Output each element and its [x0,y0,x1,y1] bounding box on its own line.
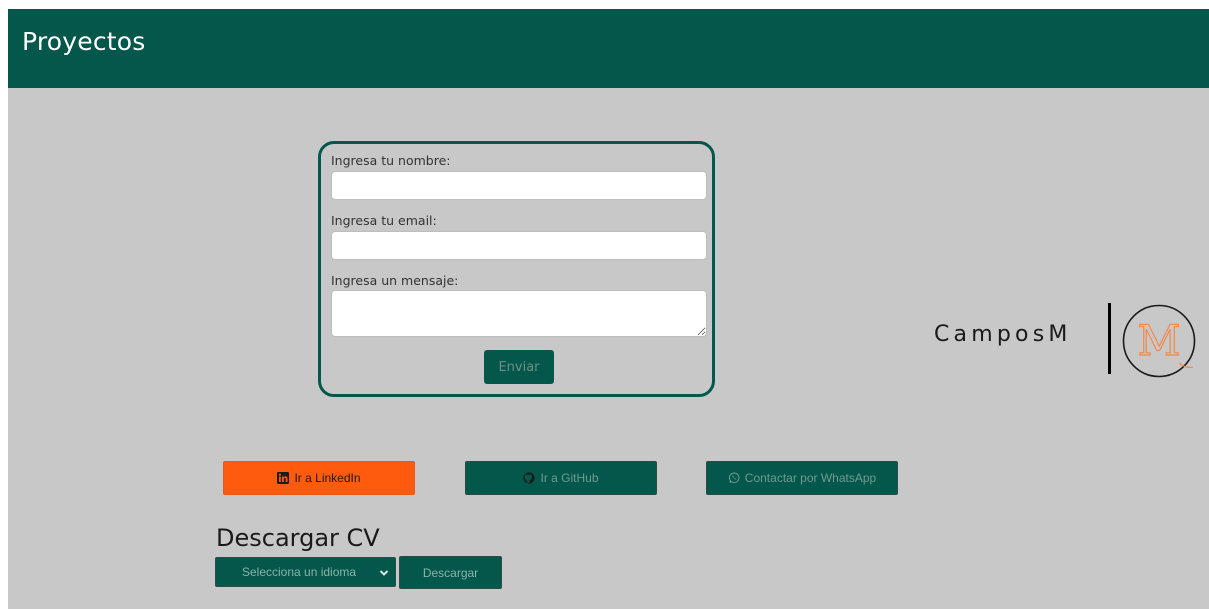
logo-text: CamposM [934,322,1072,347]
logo-mark-letter: M [1137,316,1180,365]
chevron-down-icon [379,567,389,581]
language-select[interactable]: Selecciona un idioma [215,557,396,587]
name-label: Ingresa tu nombre: [331,153,451,168]
campos-logo: CamposM M [928,293,1204,379]
page-background: Proyectos Ingresa tu nombre: Ingresa tu … [8,9,1209,609]
whatsapp-icon [728,472,740,484]
page-title: Proyectos [22,27,146,56]
email-input[interactable] [331,231,707,260]
logo-circle-icon: M [1122,304,1196,378]
logo-divider [1108,303,1111,374]
name-input[interactable] [331,171,707,200]
linkedin-label: Ir a LinkedIn [294,471,361,485]
download-button[interactable]: Descargar [399,556,502,589]
github-icon [523,472,536,484]
whatsapp-button[interactable]: Contactar por WhatsApp [706,461,898,495]
language-select-value: Selecciona un idioma [242,565,357,579]
github-button[interactable]: Ir a GitHub [465,461,657,495]
github-label: Ir a GitHub [540,471,599,485]
header-bar: Proyectos [8,9,1209,88]
whatsapp-label: Contactar por WhatsApp [744,471,877,485]
email-label: Ingresa tu email: [331,213,437,228]
cv-heading: Descargar CV [216,524,380,552]
message-label: Ingresa un mensaje: [331,273,459,288]
linkedin-button[interactable]: Ir a LinkedIn [223,461,415,495]
contact-form: Ingresa tu nombre: Ingresa tu email: Ing… [318,141,715,397]
linkedin-icon [277,472,290,484]
message-textarea[interactable] [331,290,707,337]
send-button[interactable]: Enviar [484,350,554,384]
